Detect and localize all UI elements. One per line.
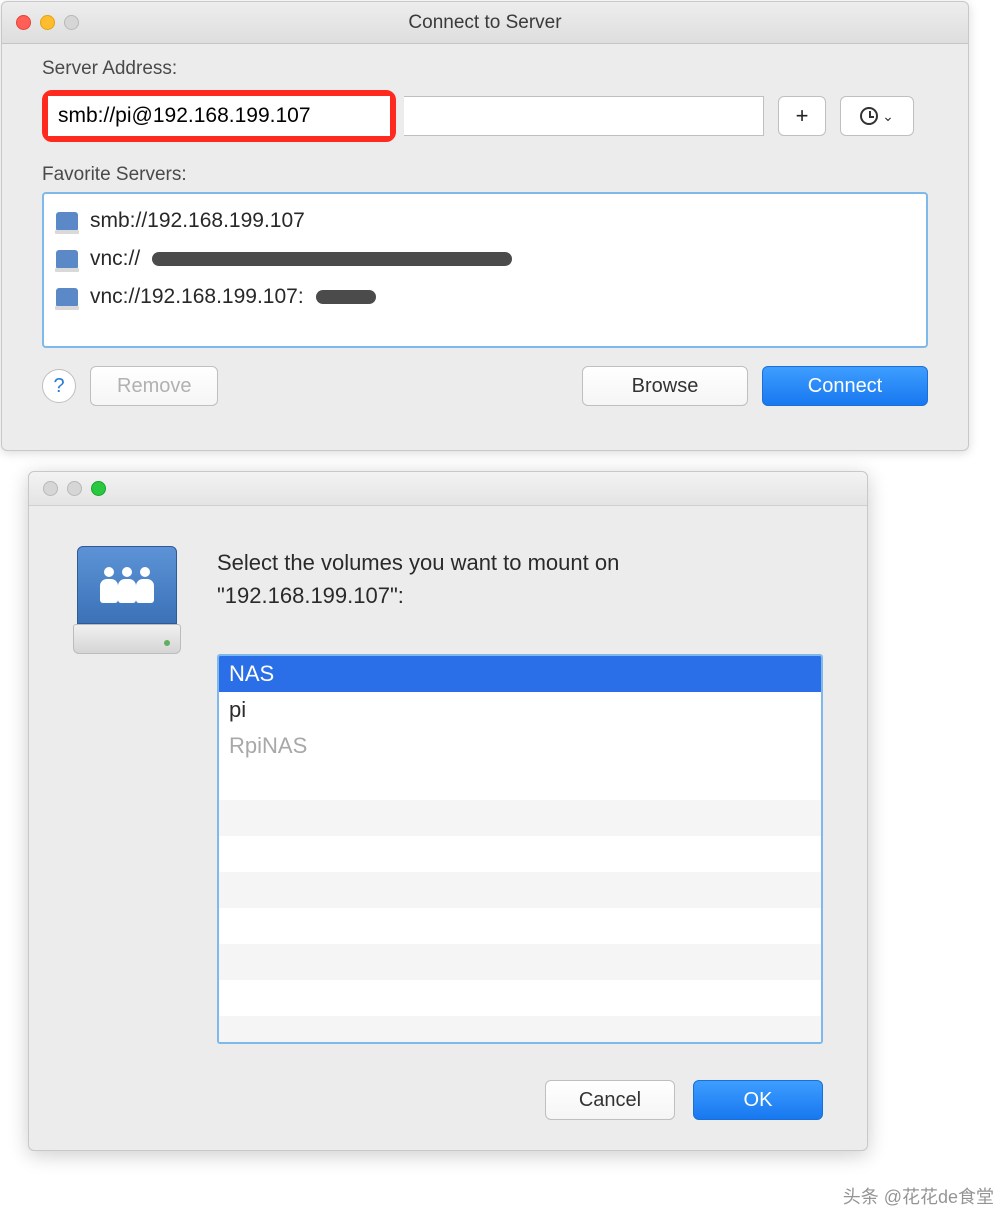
watermark: 头条 @花花de食堂 bbox=[843, 1183, 994, 1209]
clock-icon bbox=[860, 107, 878, 125]
favorite-text: vnc:// bbox=[90, 247, 140, 271]
favorite-item[interactable]: vnc:// bbox=[50, 240, 920, 278]
redaction-bar bbox=[152, 252, 512, 266]
volumes-list[interactable]: NAS pi RpiNAS bbox=[217, 654, 823, 1044]
titlebar bbox=[29, 472, 867, 506]
connect-button[interactable]: Connect bbox=[762, 366, 928, 406]
prompt-text: Select the volumes you want to mount on … bbox=[217, 546, 823, 612]
volume-item[interactable]: pi bbox=[219, 692, 821, 728]
favorite-text: smb://192.168.199.107 bbox=[90, 209, 305, 233]
plus-icon: + bbox=[796, 103, 809, 129]
chevron-down-icon: ⌄ bbox=[882, 108, 894, 125]
favorites-list[interactable]: smb://192.168.199.107 vnc:// vnc://192.1… bbox=[42, 192, 928, 348]
help-icon: ? bbox=[53, 375, 64, 398]
volume-item[interactable]: NAS bbox=[219, 656, 821, 692]
favorites-label: Favorite Servers: bbox=[42, 164, 928, 186]
redaction-bar bbox=[316, 290, 376, 304]
browse-button[interactable]: Browse bbox=[582, 366, 748, 406]
server-address-extent[interactable] bbox=[404, 96, 764, 136]
favorite-item[interactable]: smb://192.168.199.107 bbox=[50, 202, 920, 240]
window-title: Connect to Server bbox=[2, 12, 968, 34]
favorite-item[interactable]: vnc://192.168.199.107: bbox=[50, 278, 920, 316]
volume-item[interactable]: RpiNAS bbox=[219, 728, 821, 764]
network-disk-icon bbox=[73, 546, 181, 658]
server-icon bbox=[56, 250, 78, 268]
cancel-button[interactable]: Cancel bbox=[545, 1080, 675, 1120]
connect-to-server-window: Connect to Server Server Address: + ⌄ Fa… bbox=[1, 1, 969, 451]
server-icon bbox=[56, 212, 78, 230]
zoom-icon[interactable] bbox=[91, 481, 106, 496]
help-button[interactable]: ? bbox=[42, 369, 76, 403]
ok-button[interactable]: OK bbox=[693, 1080, 823, 1120]
server-address-highlight bbox=[42, 90, 396, 142]
server-icon bbox=[56, 288, 78, 306]
favorite-text: vnc://192.168.199.107: bbox=[90, 285, 304, 309]
remove-button: Remove bbox=[90, 366, 218, 406]
minimize-icon bbox=[67, 481, 82, 496]
mount-volumes-window: Select the volumes you want to mount on … bbox=[28, 471, 868, 1151]
add-button[interactable]: + bbox=[778, 96, 826, 136]
titlebar: Connect to Server bbox=[2, 2, 968, 44]
server-address-input[interactable] bbox=[48, 96, 390, 136]
close-icon bbox=[43, 481, 58, 496]
history-button[interactable]: ⌄ bbox=[840, 96, 914, 136]
server-address-label: Server Address: bbox=[42, 58, 928, 80]
